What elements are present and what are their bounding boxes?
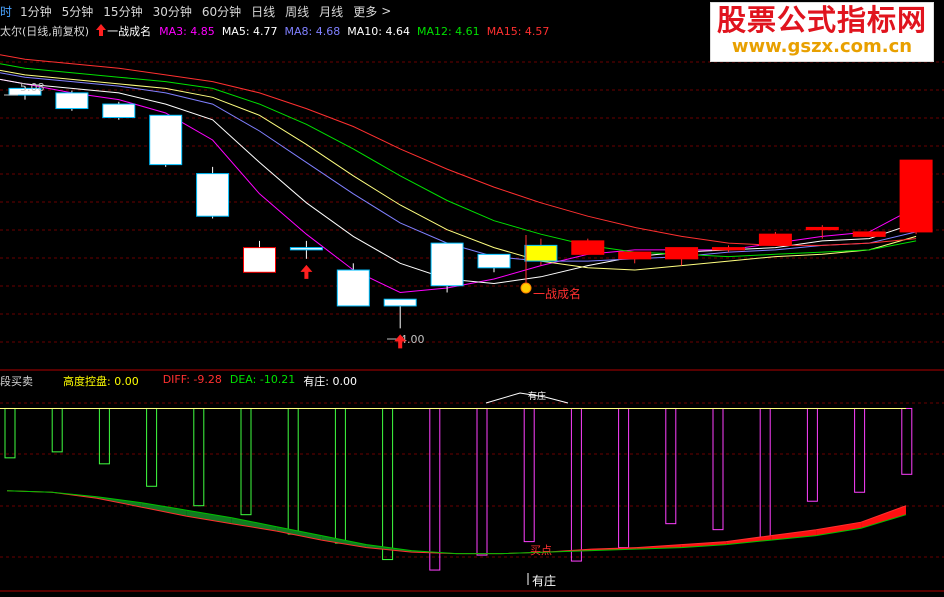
macd-bar <box>429 407 441 571</box>
candle-body <box>430 242 464 287</box>
peak-label: 有庄 <box>528 390 546 402</box>
candle-body <box>618 251 652 260</box>
macd-bar <box>476 407 488 556</box>
macd-bar <box>240 407 252 516</box>
macd-bar <box>523 407 535 543</box>
candle-body <box>289 247 323 251</box>
candle-body <box>758 233 792 246</box>
candle-body <box>571 240 605 255</box>
watermark-logo: 股票公式指标网 www.gszx.com.cn <box>710 2 934 62</box>
macd-bar <box>382 407 394 561</box>
candle-body <box>149 114 183 166</box>
signal-up-arrow-icon <box>300 264 313 279</box>
macd-bar <box>806 407 818 502</box>
diff-line <box>6 490 907 555</box>
macd-bar <box>146 407 158 487</box>
candle-body <box>55 92 89 110</box>
candle-body <box>805 226 839 231</box>
macd-bar <box>712 407 724 531</box>
macd-bar <box>759 407 771 540</box>
high-price-label: 5.08 <box>20 81 45 94</box>
candle-body <box>477 253 511 269</box>
watermark-url: www.gszx.com.cn <box>731 36 913 57</box>
chart-canvas[interactable]: 5.084.00一战成名有庄有庄买点 <box>0 0 944 597</box>
ma-line-MA15 <box>0 54 917 246</box>
candle-body <box>196 173 230 217</box>
ma-line-MA12 <box>0 63 917 258</box>
candle-body <box>383 298 417 307</box>
candle-body <box>243 247 276 273</box>
macd-bar <box>334 407 346 544</box>
zhuang-label: 有庄 <box>532 573 556 588</box>
candle-body <box>665 247 699 260</box>
diff-dea-ribbon <box>276 526 322 541</box>
macd-bar <box>51 407 63 453</box>
candle-body <box>524 244 558 262</box>
watermark-title: 股票公式指标网 <box>716 3 927 37</box>
macd-bar <box>570 407 582 562</box>
candle-body <box>102 103 136 119</box>
ma-line-MA8 <box>0 72 917 262</box>
macd-bar <box>193 407 205 507</box>
macd-bar <box>901 407 913 475</box>
macd-bar <box>854 407 866 493</box>
candle-body <box>899 159 933 233</box>
candle-body <box>336 269 370 307</box>
macd-bar <box>4 407 16 459</box>
candle-body <box>712 247 745 251</box>
candle-body <box>852 231 886 237</box>
chart-annotation-label: 一战成名 <box>533 286 581 301</box>
macd-bar <box>618 407 630 549</box>
buy-point-label: 买点 <box>530 544 552 557</box>
dea-line <box>6 490 907 555</box>
signal-dot-icon <box>520 282 532 294</box>
macd-bar <box>98 407 110 465</box>
stock-chart-window: { "toolbar": { "periods": [ {"label":"时"… <box>0 0 944 597</box>
peak-marker <box>485 392 569 404</box>
macd-bar <box>287 407 299 535</box>
